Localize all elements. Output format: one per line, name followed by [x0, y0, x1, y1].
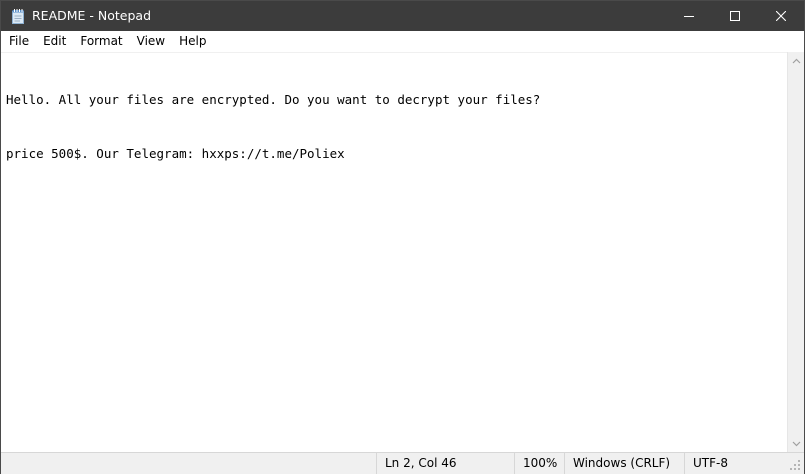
- status-bar: Ln 2, Col 46 100% Windows (CRLF) UTF-8: [1, 452, 804, 474]
- status-zoom: 100%: [514, 453, 564, 474]
- chevron-up-icon: [792, 58, 801, 63]
- notepad-icon: [11, 9, 25, 24]
- editor-content[interactable]: Hello. All your files are encrypted. Do …: [6, 55, 787, 199]
- minimize-icon: [684, 16, 694, 17]
- menu-format[interactable]: Format: [73, 31, 129, 52]
- menu-edit[interactable]: Edit: [36, 31, 73, 52]
- text-editor[interactable]: Hello. All your files are encrypted. Do …: [1, 52, 787, 452]
- maximize-button[interactable]: [712, 1, 758, 31]
- minimize-button[interactable]: [666, 1, 712, 31]
- menu-view[interactable]: View: [130, 31, 172, 52]
- close-button[interactable]: [758, 1, 804, 31]
- menu-file[interactable]: File: [1, 31, 36, 52]
- notepad-window: README - Notepad File Edit Format View H…: [0, 0, 805, 474]
- menu-help[interactable]: Help: [172, 31, 213, 52]
- status-cursor-position: Ln 2, Col 46: [376, 453, 514, 474]
- status-encoding: UTF-8: [684, 453, 787, 474]
- menu-bar: File Edit Format View Help: [1, 31, 804, 52]
- editor-line: price 500$. Our Telegram: hxxps://t.me/P…: [6, 146, 345, 161]
- chevron-down-icon: [792, 441, 801, 446]
- resize-grip-icon[interactable]: [789, 459, 801, 471]
- scroll-up-button[interactable]: [788, 52, 805, 69]
- maximize-icon: [730, 11, 740, 21]
- window-title: README - Notepad: [32, 8, 152, 23]
- title-bar[interactable]: README - Notepad: [1, 1, 804, 31]
- close-icon: [776, 11, 786, 21]
- vertical-scrollbar[interactable]: [787, 52, 804, 452]
- status-line-ending: Windows (CRLF): [564, 453, 684, 474]
- scroll-down-button[interactable]: [788, 435, 805, 452]
- editor-line: Hello. All your files are encrypted. Do …: [6, 92, 541, 107]
